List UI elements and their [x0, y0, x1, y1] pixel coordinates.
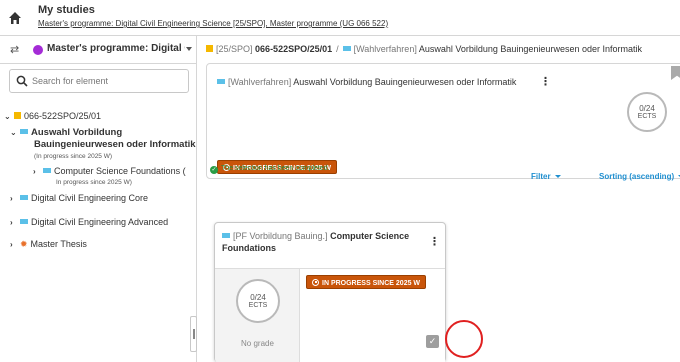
- ects-unit: ECTS: [637, 113, 657, 120]
- breadcrumb: [25/SPO] 066-522SPO/25/01 / [Wahlverfahren…: [206, 44, 642, 54]
- main-content: [25/SPO] 066-522SPO/25/01 / [Wahlverfahren…: [198, 36, 680, 362]
- tree-item[interactable]: › Digital Civil Engineering Advanced: [10, 217, 168, 227]
- page-title: My studies: [38, 4, 95, 16]
- check-circle-icon: ✓: [210, 166, 218, 174]
- selection-square-icon: [20, 219, 28, 224]
- tree-root-label: 066-522SPO/25/01: [24, 111, 102, 121]
- search-box[interactable]: [9, 69, 189, 93]
- status-badge: IN PROGRESS SINCE 2025 W: [306, 275, 427, 289]
- breadcrumb-module[interactable]: 066-522SPO/25/01: [255, 44, 332, 54]
- tree-group-label-cont: Bauingenieurwesen oder Informatik: [34, 139, 196, 150]
- chevron-down-icon[interactable]: ⌄: [10, 128, 20, 137]
- breadcrumb-tag: [Wahlverfahren]: [353, 44, 417, 54]
- sort-dropdown[interactable]: Sorting (ascending): [599, 172, 680, 181]
- ects-progress-ring: 0/24 ECTS: [236, 279, 280, 323]
- selection-square-icon: [20, 129, 28, 134]
- selection-square-icon: [20, 195, 28, 200]
- more-options-icon[interactable]: ⋮: [540, 75, 551, 88]
- selection-title: [Wahlverfahren] Auswahl Vorbildung Bauin…: [217, 77, 516, 87]
- ects-unit: ECTS: [248, 302, 268, 309]
- ects-progress-ring: 0/24 ECTS: [627, 92, 667, 132]
- tree-item-label: Digital Civil Engineering Advanced: [31, 217, 169, 227]
- filter-label: Filter: [531, 172, 551, 181]
- course-ects-panel: 0/24 ECTS No grade: [215, 268, 300, 362]
- selected-checkbox[interactable]: ✓: [426, 335, 439, 348]
- more-options-icon[interactable]: ⋮: [429, 235, 440, 248]
- breadcrumb-spo[interactable]: [25/SPO]: [216, 44, 253, 54]
- tree-group-label: Auswahl Vorbildung: [31, 127, 123, 138]
- selection-tag: [Wahlverfahren]: [228, 77, 292, 87]
- sidebar: ⇄ Master's programme: Digital Ci ⌄ 066-52…: [0, 36, 197, 362]
- clock-icon: [312, 279, 319, 286]
- programme-link[interactable]: Master's programme: Digital Civil Engine…: [38, 19, 388, 28]
- chevron-right-icon[interactable]: ›: [10, 194, 20, 203]
- chevron-down-icon[interactable]: ⌄: [4, 112, 14, 121]
- chevron-right-icon[interactable]: ›: [10, 240, 20, 249]
- tree-item-label: Master Thesis: [30, 239, 87, 249]
- tree-group[interactable]: ⌄ Auswahl Vorbildung: [10, 127, 122, 138]
- search-input[interactable]: [32, 74, 182, 88]
- tree-course[interactable]: › Computer Science Foundations (: [33, 166, 186, 176]
- highlight-ring: [445, 320, 483, 358]
- caret-down-icon: [554, 175, 561, 178]
- filter-dropdown[interactable]: Filter: [531, 172, 561, 181]
- breadcrumb-separator: /: [336, 44, 339, 54]
- breadcrumb-current: Auswahl Vorbildung Bauingenieurwesen ode…: [418, 44, 642, 54]
- sidebar-collapse-handle[interactable]: [190, 316, 197, 352]
- selection-completed-note: ✓ The selection has been completed.: [210, 165, 330, 174]
- selection-square-icon: [342, 46, 351, 51]
- chevron-down-icon[interactable]: [186, 47, 192, 51]
- module-square-icon: [206, 45, 213, 52]
- course-card[interactable]: [PF Vorbildung Bauing.] Computer Science…: [214, 222, 446, 362]
- programme-color-dot: [33, 45, 43, 55]
- chevron-right-icon[interactable]: ›: [33, 167, 43, 176]
- tree-item[interactable]: › ✹ Master Thesis: [10, 239, 87, 250]
- tree-item[interactable]: › Digital Civil Engineering Core: [10, 193, 148, 203]
- search-icon: [16, 75, 28, 87]
- home-icon[interactable]: [8, 11, 22, 25]
- note-text: The selection has been completed.: [221, 165, 330, 172]
- course-tag: [PF Vorbildung Bauing.]: [233, 231, 328, 241]
- selection-square-icon: [217, 79, 225, 84]
- selection-header-card: [Wahlverfahren] Auswahl Vorbildung Bauin…: [206, 63, 680, 179]
- ects-value: 0/24: [250, 293, 266, 302]
- tree-root[interactable]: ⌄ 066-522SPO/25/01: [4, 111, 101, 121]
- tree-course-status: In progress since 2025 W): [56, 179, 132, 186]
- ects-value: 0/24: [639, 104, 655, 113]
- tree-item-label: Digital Civil Engineering Core: [31, 193, 149, 203]
- selection-square-icon: [222, 233, 230, 238]
- course-title: [PF Vorbildung Bauing.] Computer Science…: [222, 230, 422, 254]
- module-square-icon: [14, 112, 21, 119]
- programme-label[interactable]: Master's programme: Digital Ci: [47, 43, 185, 54]
- bookmark-icon[interactable]: [671, 66, 680, 80]
- status-text: IN PROGRESS SINCE 2025 W: [322, 280, 421, 287]
- gear-icon: ✹: [20, 239, 28, 249]
- selection-square-icon: [43, 168, 51, 173]
- selection-name: Auswahl Vorbildung Bauingenieurwesen ode…: [293, 77, 517, 87]
- chevron-right-icon[interactable]: ›: [10, 218, 20, 227]
- sort-label: Sorting (ascending): [599, 172, 675, 181]
- top-header: My studies Master's programme: Digital C…: [0, 0, 680, 36]
- course-status-panel: IN PROGRESS SINCE 2025 W ✓: [300, 268, 445, 362]
- tree-course-label: Computer Science Foundations (: [54, 166, 186, 176]
- tree-group-status: (In progress since 2025 W): [34, 153, 113, 160]
- programme-selector[interactable]: ⇄ Master's programme: Digital Ci: [0, 36, 197, 64]
- grade-label: No grade: [241, 339, 274, 348]
- grip-icon: [193, 329, 195, 339]
- swap-icon[interactable]: ⇄: [10, 43, 19, 56]
